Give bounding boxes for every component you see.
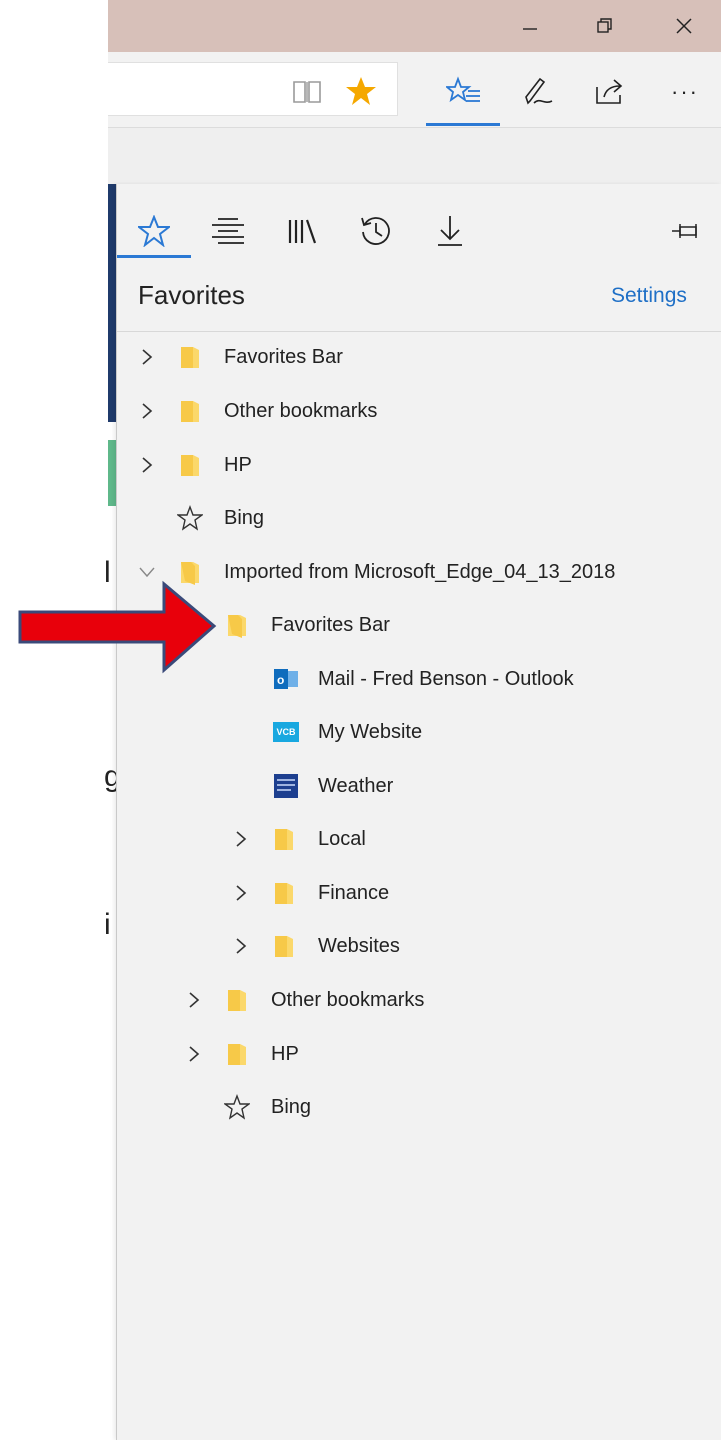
add-favorite-button[interactable] (344, 74, 378, 108)
favorites-item-folder[interactable]: Favorites Bar (117, 334, 721, 380)
pin-button[interactable] (657, 204, 713, 258)
share-button[interactable] (590, 74, 630, 110)
favorite-label: Bing (224, 506, 265, 529)
favorites-item-folder[interactable]: Other bookmarks (117, 388, 721, 434)
folder-icon (179, 344, 201, 370)
pin-icon (672, 224, 697, 238)
favorites-item-link[interactable]: Weather (117, 763, 721, 809)
favorites-item-folder[interactable]: Local (117, 816, 721, 862)
tab-favorites-underline (117, 255, 191, 258)
folder-icon (226, 1041, 248, 1067)
panel-divider (117, 331, 721, 332)
close-icon (676, 18, 692, 34)
page-fragment-green (108, 440, 116, 506)
favorites-bar-strip (108, 128, 721, 184)
reading-view-button[interactable] (290, 74, 324, 108)
folder-label: Favorites Bar (271, 613, 390, 636)
chevron-right-icon[interactable] (184, 1044, 204, 1064)
hub-panel: Favorites Settings Favorites Bar Other b… (116, 184, 721, 1440)
folder-icon (179, 398, 201, 424)
browser-toolbar: ··· (108, 52, 721, 128)
folder-label: Other bookmarks (271, 988, 425, 1011)
favorites-item-link[interactable]: Bing (117, 495, 721, 541)
close-button[interactable] (654, 0, 714, 52)
chevron-right-icon[interactable] (137, 347, 157, 367)
reading-list-icon (212, 218, 244, 244)
folder-label: HP (271, 1042, 299, 1065)
folder-icon (226, 987, 248, 1013)
settings-link[interactable]: Settings (611, 284, 687, 308)
hub-favorites-icon (446, 76, 480, 103)
favorites-item-folder[interactable]: HP (117, 442, 721, 488)
add-favorite-star-icon (346, 77, 376, 105)
folder-icon (273, 826, 295, 852)
favorites-item-link[interactable]: Bing (117, 1084, 721, 1130)
share-icon (596, 79, 623, 104)
favorites-item-folder[interactable]: HP (117, 1031, 721, 1077)
annotation-arrow (18, 580, 217, 674)
favorites-item-folder[interactable]: Other bookmarks (117, 977, 721, 1023)
chevron-right-icon[interactable] (231, 829, 251, 849)
minimize-icon (523, 28, 537, 30)
downloads-icon (438, 216, 462, 246)
favorite-label: Weather (318, 774, 394, 797)
tab-history[interactable] (339, 204, 413, 258)
favorite-label: Bing (271, 1095, 312, 1118)
favorite-label: My Website (318, 720, 423, 743)
favorites-item-folder[interactable]: Finance (117, 870, 721, 916)
star-icon (224, 1094, 250, 1120)
restore-icon (597, 18, 612, 33)
hub-button-underline (426, 123, 500, 126)
tab-books[interactable] (265, 204, 339, 258)
more-icon: ··· (671, 79, 699, 104)
folder-label: Favorites Bar (224, 345, 343, 368)
minimize-button[interactable] (500, 0, 560, 52)
outlook-icon: o (273, 666, 299, 692)
folder-label: Websites (318, 934, 400, 957)
chevron-right-icon[interactable] (231, 883, 251, 903)
tab-reading-list[interactable] (191, 204, 265, 258)
hub-button[interactable] (444, 74, 484, 110)
outside-area (0, 0, 108, 1440)
chevron-right-icon[interactable] (231, 936, 251, 956)
history-icon (361, 217, 390, 245)
reading-view-icon (293, 81, 321, 103)
panel-title: Favorites (138, 280, 245, 310)
folder-icon (179, 452, 201, 478)
web-note-button[interactable] (518, 74, 558, 110)
chevron-down-icon[interactable] (137, 562, 157, 582)
folder-icon (273, 933, 295, 959)
folder-label: Finance (318, 881, 390, 904)
tab-downloads[interactable] (413, 204, 487, 258)
chevron-right-icon[interactable] (184, 990, 204, 1010)
weather-channel-icon (273, 773, 299, 799)
books-icon (288, 219, 317, 244)
folder-label: Other bookmarks (224, 399, 378, 422)
favorites-star-icon (138, 215, 170, 247)
more-button[interactable]: ··· (663, 74, 707, 110)
star-icon (177, 505, 203, 531)
tab-favorites[interactable] (117, 204, 191, 258)
folder-label: Local (318, 827, 366, 850)
favorites-item-folder[interactable]: Websites (117, 923, 721, 969)
title-bar (108, 0, 721, 52)
web-note-icon (525, 77, 553, 105)
chevron-right-icon[interactable] (137, 401, 157, 421)
favorites-item-link[interactable]: VCB My Website (117, 709, 721, 755)
folder-label: Imported from Microsoft_Edge_04_13_2018 (224, 560, 616, 583)
favorite-label: Mail - Fred Benson - Outlook (318, 667, 574, 690)
page-text-fragment: i (104, 908, 111, 941)
folder-open-icon (226, 612, 248, 638)
svg-text:o: o (277, 673, 284, 687)
page-fragment-blue (108, 184, 116, 422)
folder-label: HP (224, 453, 252, 476)
chevron-right-icon[interactable] (137, 455, 157, 475)
restore-button[interactable] (574, 0, 634, 52)
folder-icon (273, 880, 295, 906)
vcb-icon: VCB (273, 719, 299, 745)
